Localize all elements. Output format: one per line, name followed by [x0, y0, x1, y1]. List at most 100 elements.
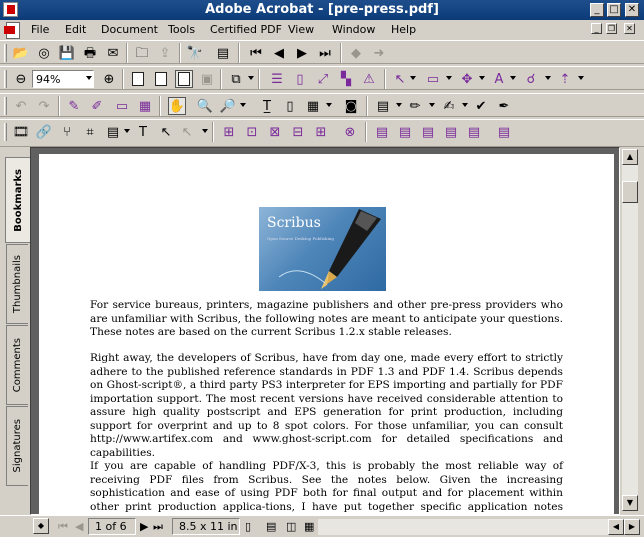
text-select-icon[interactable]: T̲ [258, 97, 276, 115]
menu-edit[interactable]: Edit [65, 23, 86, 36]
crop-icon[interactable]: ⌗ [81, 123, 99, 141]
doc-close-button[interactable]: ✕ [624, 23, 635, 34]
menu-help[interactable]: Help [391, 23, 416, 36]
menu-view[interactable]: View [288, 23, 314, 36]
undo-icon[interactable]: ↶ [12, 97, 30, 115]
scroll-down-icon[interactable]: ▼ [622, 495, 638, 511]
first-page-icon[interactable]: ⏮ [247, 44, 265, 62]
go-back-icon[interactable]: ◆ [347, 44, 365, 62]
navigation-pane-icon[interactable]: ▤ [214, 44, 232, 62]
zoom-out-tool-icon[interactable]: 🔎 [219, 97, 237, 115]
note-icon[interactable]: ▯ [291, 70, 309, 88]
stamp-icon[interactable]: ☌ [522, 70, 540, 88]
link-icon[interactable]: ⤢ [314, 70, 332, 88]
scroll-left-icon[interactable]: ◀ [608, 519, 624, 535]
crop-page-icon[interactable]: ⊞ [312, 123, 330, 141]
select-dropdown-icon[interactable] [410, 76, 416, 80]
menu-file[interactable]: File [31, 23, 49, 36]
tab-signatures[interactable]: Signatures [6, 406, 28, 486]
signature-icon[interactable]: ✒ [495, 97, 513, 115]
touchup-order-icon[interactable]: ↖ [178, 123, 196, 141]
zoom-out-icon[interactable]: ⊖ [12, 70, 30, 88]
pencil-tool-icon[interactable]: ✏ [406, 97, 424, 115]
page-number-field[interactable]: 1 of 6 [88, 518, 136, 535]
tab-comments[interactable]: Comments [6, 325, 28, 405]
previous-page-icon[interactable]: ◀ [270, 44, 288, 62]
fit-page-icon[interactable] [152, 70, 170, 88]
document-fonts-icon[interactable]: ▤ [419, 123, 437, 141]
document-security-icon[interactable]: ▤ [396, 123, 414, 141]
snapshot-icon[interactable]: ◙ [342, 97, 360, 115]
table-select-icon[interactable]: ▦ [304, 97, 322, 115]
crop-rectangle-icon[interactable]: ▭ [424, 70, 442, 88]
movie-icon[interactable]: 🎞 [12, 123, 30, 141]
open-icon[interactable]: 📂 [12, 44, 30, 62]
close-button[interactable]: ✕ [625, 3, 639, 17]
select-tool-dropdown-icon[interactable] [326, 103, 332, 107]
document-properties-icon[interactable]: ▤ [373, 123, 391, 141]
next-page-status-icon[interactable]: ▶ [140, 520, 148, 533]
toolbar-grip[interactable] [4, 44, 7, 62]
link-tool-icon[interactable]: 🔗 [35, 123, 53, 141]
single-page-icon[interactable]: ▯ [245, 520, 251, 533]
markup-dropdown-icon[interactable] [462, 103, 468, 107]
comments-list-icon[interactable]: ☰ [268, 70, 286, 88]
menu-document[interactable]: Document [101, 23, 158, 36]
tab-bookmarks[interactable]: Bookmarks [5, 157, 30, 243]
fit-width-icon[interactable] [175, 70, 193, 88]
menu-tools[interactable]: Tools [168, 23, 195, 36]
zoom-level-input[interactable]: 94% [32, 70, 94, 88]
hand-tool-icon[interactable]: ✋ [168, 97, 186, 115]
fit-visible-icon[interactable]: ▣ [198, 70, 216, 88]
document-sign-icon[interactable]: ▤ [495, 123, 513, 141]
warning-icon[interactable]: ⚠ [360, 70, 378, 88]
document-metadata-icon[interactable]: ▤ [442, 123, 460, 141]
rotate-icon[interactable]: ⧉ [227, 70, 245, 88]
stamp-dropdown-icon[interactable] [545, 76, 551, 80]
save-icon[interactable]: 💾 [58, 44, 76, 62]
zoom-in-icon[interactable]: ⊕ [100, 70, 118, 88]
facing-icon[interactable]: ◫ [286, 520, 296, 533]
create-pdf-icon[interactable]: 🗀 [133, 44, 151, 62]
toolbar-grip[interactable] [4, 70, 7, 88]
last-page-status-icon[interactable]: ⏭ [153, 520, 163, 534]
touchup-dropdown-icon[interactable] [202, 129, 208, 133]
zoom-dropdown-arrow-icon[interactable] [86, 76, 92, 80]
print-icon[interactable]: 🖶 [81, 44, 99, 62]
rotate-dropdown-icon[interactable] [248, 76, 254, 80]
markup-tool-icon[interactable]: ✍ [440, 97, 458, 115]
select-object-icon[interactable]: ↖ [391, 70, 409, 88]
actual-size-icon[interactable] [129, 70, 147, 88]
form-field-icon[interactable]: ▭ [113, 97, 131, 115]
text-dropdown-icon[interactable] [510, 76, 516, 80]
doc-minimize-button[interactable]: _ [591, 23, 602, 34]
move-icon[interactable]: ✥ [458, 70, 476, 88]
touchup-text-icon[interactable]: T [134, 123, 152, 141]
redo-icon[interactable]: ↷ [35, 97, 53, 115]
checker-icon[interactable]: ▚ [337, 70, 355, 88]
document-icon[interactable] [4, 21, 22, 39]
note-dropdown-icon[interactable] [396, 103, 402, 107]
form-tool-icon[interactable]: ▤ [104, 123, 122, 141]
article-icon[interactable]: ⑂ [58, 123, 76, 141]
upload-icon[interactable]: ⇪ [156, 44, 174, 62]
minimize-button[interactable]: _ [590, 3, 604, 17]
pdf-page[interactable]: Scribus Open Source Desktop Publishing F… [39, 154, 616, 514]
maximize-button[interactable]: □ [607, 3, 621, 17]
touchup-object-icon[interactable]: ↖ [157, 123, 175, 141]
form-tool-dropdown-icon[interactable] [124, 129, 130, 133]
insert-page-icon[interactable]: ⊞ [220, 123, 238, 141]
scroll-thumb[interactable] [622, 181, 638, 203]
attach-icon[interactable]: ⇡ [556, 70, 574, 88]
replace-page-icon[interactable]: ⊠ [266, 123, 284, 141]
vertical-scrollbar[interactable]: ▲ ▼ [620, 147, 640, 515]
scroll-up-icon[interactable]: ▲ [622, 149, 638, 165]
last-page-icon[interactable]: ⏭ [316, 44, 334, 62]
attach-dropdown-icon[interactable] [578, 76, 584, 80]
menu-window[interactable]: Window [332, 23, 375, 36]
pencil-color-icon[interactable]: ✐ [88, 97, 106, 115]
continuous-facing-icon[interactable]: ▦ [304, 520, 314, 533]
zoom-tool-icon[interactable]: 🔍 [196, 97, 214, 115]
pencil-dropdown-icon[interactable] [429, 103, 435, 107]
doc-restore-button[interactable]: ❐ [606, 23, 617, 34]
